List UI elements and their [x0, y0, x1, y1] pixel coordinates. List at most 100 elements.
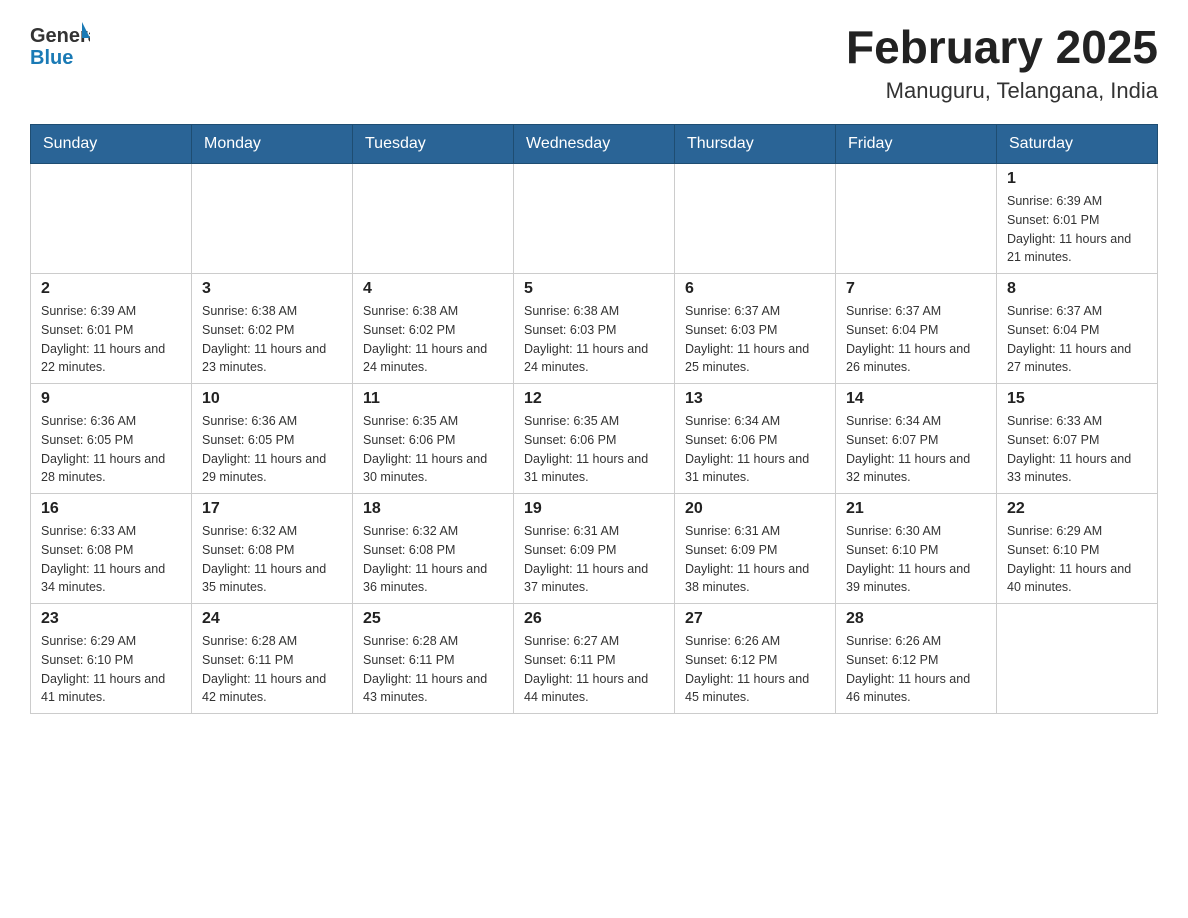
day-info: Sunrise: 6:36 AMSunset: 6:05 PMDaylight:… — [41, 412, 181, 487]
calendar-cell: 15 Sunrise: 6:33 AMSunset: 6:07 PMDayligh… — [997, 384, 1158, 494]
day-number: 3 — [202, 280, 342, 298]
calendar-cell: 22 Sunrise: 6:29 AMSunset: 6:10 PMDayligh… — [997, 494, 1158, 604]
weekday-header-sunday: Sunday — [31, 125, 192, 164]
day-info: Sunrise: 6:37 AMSunset: 6:03 PMDaylight:… — [685, 302, 825, 377]
day-number: 11 — [363, 390, 503, 408]
calendar-cell: 19 Sunrise: 6:31 AMSunset: 6:09 PMDayligh… — [514, 494, 675, 604]
calendar-cell: 3 Sunrise: 6:38 AMSunset: 6:02 PMDaylight… — [192, 274, 353, 384]
day-number: 7 — [846, 280, 986, 298]
day-info: Sunrise: 6:39 AMSunset: 6:01 PMDaylight:… — [41, 302, 181, 377]
day-info: Sunrise: 6:34 AMSunset: 6:07 PMDaylight:… — [846, 412, 986, 487]
day-number: 19 — [524, 500, 664, 518]
weekday-header-thursday: Thursday — [675, 125, 836, 164]
calendar-cell — [192, 164, 353, 274]
day-number: 9 — [41, 390, 181, 408]
day-number: 28 — [846, 610, 986, 628]
day-info: Sunrise: 6:28 AMSunset: 6:11 PMDaylight:… — [363, 632, 503, 707]
calendar-table: SundayMondayTuesdayWednesdayThursdayFrid… — [30, 124, 1158, 714]
calendar-cell: 16Sunrise: 6:33 AMSunset: 6:08 PMDayligh… — [31, 494, 192, 604]
calendar-cell: 26 Sunrise: 6:27 AMSunset: 6:11 PMDayligh… — [514, 604, 675, 714]
day-info: Sunrise: 6:37 AMSunset: 6:04 PMDaylight:… — [846, 302, 986, 377]
day-number: 15 — [1007, 390, 1147, 408]
weekday-header-tuesday: Tuesday — [353, 125, 514, 164]
calendar-cell: 11 Sunrise: 6:35 AMSunset: 6:06 PMDayligh… — [353, 384, 514, 494]
day-info: Sunrise: 6:38 AMSunset: 6:02 PMDaylight:… — [363, 302, 503, 377]
calendar-week-2: 2Sunrise: 6:39 AMSunset: 6:01 PMDaylight… — [31, 274, 1158, 384]
calendar-cell: 23 Sunrise: 6:29 AMSunset: 6:10 PMDayligh… — [31, 604, 192, 714]
calendar-week-4: 16Sunrise: 6:33 AMSunset: 6:08 PMDayligh… — [31, 494, 1158, 604]
day-number: 16 — [41, 500, 181, 518]
calendar-cell: 25Sunrise: 6:28 AMSunset: 6:11 PMDayligh… — [353, 604, 514, 714]
day-info: Sunrise: 6:35 AMSunset: 6:06 PMDaylight:… — [524, 412, 664, 487]
day-info: Sunrise: 6:33 AMSunset: 6:07 PMDaylight:… — [1007, 412, 1147, 487]
day-info: Sunrise: 6:29 AMSunset: 6:10 PMDaylight:… — [1007, 522, 1147, 597]
title-area: February 2025 Manuguru, Telangana, India — [846, 20, 1158, 104]
day-number: 5 — [524, 280, 664, 298]
weekday-header-wednesday: Wednesday — [514, 125, 675, 164]
day-number: 4 — [363, 280, 503, 298]
day-number: 27 — [685, 610, 825, 628]
calendar-week-3: 9 Sunrise: 6:36 AMSunset: 6:05 PMDaylight… — [31, 384, 1158, 494]
day-info: Sunrise: 6:36 AMSunset: 6:05 PMDaylight:… — [202, 412, 342, 487]
calendar-cell — [836, 164, 997, 274]
weekday-header-row: SundayMondayTuesdayWednesdayThursdayFrid… — [31, 125, 1158, 164]
day-info: Sunrise: 6:28 AMSunset: 6:11 PMDaylight:… — [202, 632, 342, 707]
logo: General Blue — [30, 20, 90, 75]
day-info: Sunrise: 6:26 AMSunset: 6:12 PMDaylight:… — [685, 632, 825, 707]
calendar-cell — [31, 164, 192, 274]
day-number: 14 — [846, 390, 986, 408]
day-number: 23 — [41, 610, 181, 628]
calendar-cell: 18Sunrise: 6:32 AMSunset: 6:08 PMDayligh… — [353, 494, 514, 604]
day-number: 22 — [1007, 500, 1147, 518]
calendar-week-5: 23 Sunrise: 6:29 AMSunset: 6:10 PMDayligh… — [31, 604, 1158, 714]
weekday-header-friday: Friday — [836, 125, 997, 164]
calendar-cell — [353, 164, 514, 274]
calendar-cell: 1 Sunrise: 6:39 AMSunset: 6:01 PMDaylight… — [997, 164, 1158, 274]
calendar-cell: 5Sunrise: 6:38 AMSunset: 6:03 PMDaylight… — [514, 274, 675, 384]
day-info: Sunrise: 6:34 AMSunset: 6:06 PMDaylight:… — [685, 412, 825, 487]
day-number: 10 — [202, 390, 342, 408]
calendar-cell: 27 Sunrise: 6:26 AMSunset: 6:12 PMDayligh… — [675, 604, 836, 714]
day-info: Sunrise: 6:31 AMSunset: 6:09 PMDaylight:… — [685, 522, 825, 597]
calendar-cell: 4 Sunrise: 6:38 AMSunset: 6:02 PMDaylight… — [353, 274, 514, 384]
calendar-cell: 9 Sunrise: 6:36 AMSunset: 6:05 PMDaylight… — [31, 384, 192, 494]
calendar-cell — [997, 604, 1158, 714]
calendar-cell: 17Sunrise: 6:32 AMSunset: 6:08 PMDayligh… — [192, 494, 353, 604]
day-number: 13 — [685, 390, 825, 408]
calendar-cell — [675, 164, 836, 274]
weekday-header-monday: Monday — [192, 125, 353, 164]
day-info: Sunrise: 6:30 AMSunset: 6:10 PMDaylight:… — [846, 522, 986, 597]
calendar-cell: 21 Sunrise: 6:30 AMSunset: 6:10 PMDayligh… — [836, 494, 997, 604]
day-info: Sunrise: 6:37 AMSunset: 6:04 PMDaylight:… — [1007, 302, 1147, 377]
location-title: Manuguru, Telangana, India — [846, 78, 1158, 104]
calendar-cell: 14 Sunrise: 6:34 AMSunset: 6:07 PMDayligh… — [836, 384, 997, 494]
day-info: Sunrise: 6:29 AMSunset: 6:10 PMDaylight:… — [41, 632, 181, 707]
logo-icon: General Blue — [30, 20, 90, 75]
svg-text:General: General — [30, 25, 90, 47]
calendar-cell: 24 Sunrise: 6:28 AMSunset: 6:11 PMDayligh… — [192, 604, 353, 714]
day-number: 8 — [1007, 280, 1147, 298]
day-info: Sunrise: 6:26 AMSunset: 6:12 PMDaylight:… — [846, 632, 986, 707]
calendar-cell: 10 Sunrise: 6:36 AMSunset: 6:05 PMDayligh… — [192, 384, 353, 494]
day-number: 12 — [524, 390, 664, 408]
calendar-cell: 13 Sunrise: 6:34 AMSunset: 6:06 PMDayligh… — [675, 384, 836, 494]
day-info: Sunrise: 6:27 AMSunset: 6:11 PMDaylight:… — [524, 632, 664, 707]
day-number: 17 — [202, 500, 342, 518]
weekday-header-saturday: Saturday — [997, 125, 1158, 164]
calendar-cell: 12 Sunrise: 6:35 AMSunset: 6:06 PMDayligh… — [514, 384, 675, 494]
day-info: Sunrise: 6:39 AMSunset: 6:01 PMDaylight:… — [1007, 192, 1147, 267]
calendar-week-1: 1 Sunrise: 6:39 AMSunset: 6:01 PMDaylight… — [31, 164, 1158, 274]
calendar-cell: 6Sunrise: 6:37 AMSunset: 6:03 PMDaylight… — [675, 274, 836, 384]
day-info: Sunrise: 6:35 AMSunset: 6:06 PMDaylight:… — [363, 412, 503, 487]
day-info: Sunrise: 6:38 AMSunset: 6:02 PMDaylight:… — [202, 302, 342, 377]
day-number: 24 — [202, 610, 342, 628]
day-info: Sunrise: 6:31 AMSunset: 6:09 PMDaylight:… — [524, 522, 664, 597]
calendar-cell: 7 Sunrise: 6:37 AMSunset: 6:04 PMDaylight… — [836, 274, 997, 384]
day-number: 21 — [846, 500, 986, 518]
day-number: 26 — [524, 610, 664, 628]
calendar-cell — [514, 164, 675, 274]
month-title: February 2025 — [846, 20, 1158, 74]
day-number: 1 — [1007, 170, 1147, 188]
calendar-cell: 20Sunrise: 6:31 AMSunset: 6:09 PMDayligh… — [675, 494, 836, 604]
calendar-cell: 8 Sunrise: 6:37 AMSunset: 6:04 PMDaylight… — [997, 274, 1158, 384]
